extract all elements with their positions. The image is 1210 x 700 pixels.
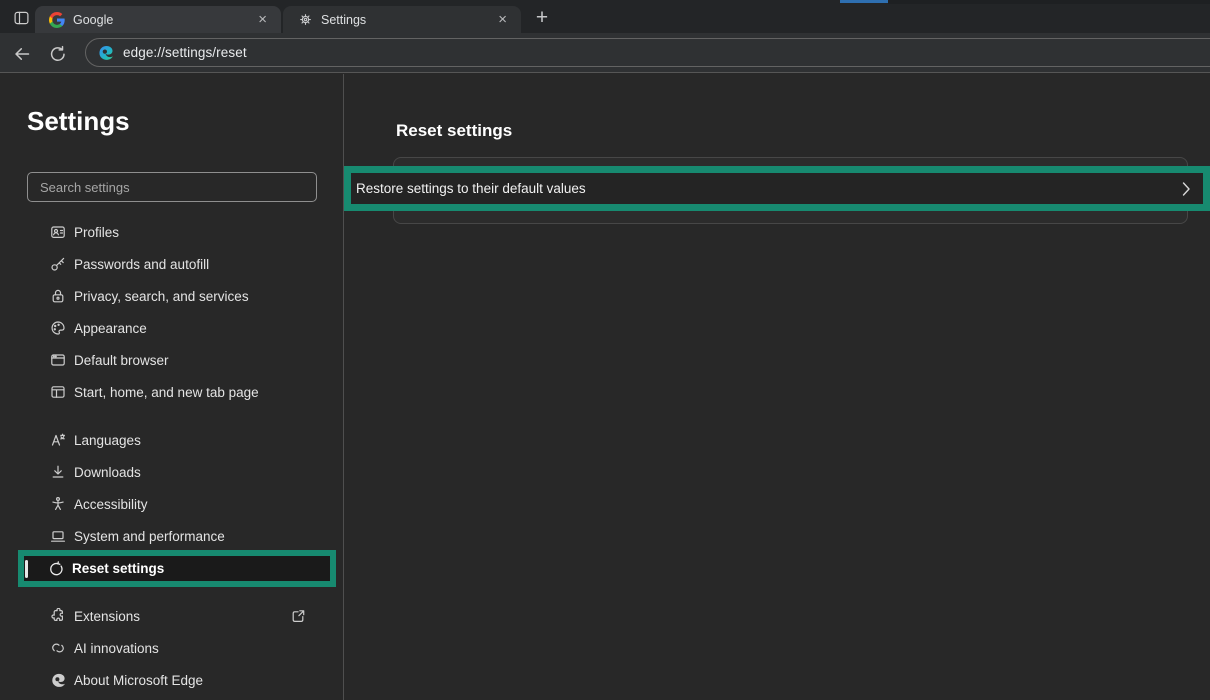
sidebar-title: Settings (27, 106, 130, 137)
edge-logo-gray-icon (50, 672, 66, 688)
external-link-icon (290, 608, 306, 624)
sidebar-item-label: Languages (74, 433, 141, 448)
puzzle-icon (50, 608, 66, 624)
accessibility-icon (50, 496, 66, 512)
sidebar-item-accessibility[interactable]: Accessibility (0, 488, 344, 520)
sidebar-item-downloads[interactable]: Downloads (0, 456, 344, 488)
address-bar[interactable]: edge://settings/reset (85, 38, 1210, 67)
top-edge-dark-strip (888, 0, 1210, 4)
sidebar-item-label: Reset settings (72, 561, 164, 576)
tab-bar: Google × Settings × + (0, 0, 1210, 33)
sidebar-item-label: Start, home, and new tab page (74, 385, 259, 400)
sidebar-item-appearance[interactable]: Appearance (0, 312, 344, 344)
sidebar-item-default-browser[interactable]: Default browser (0, 344, 344, 376)
page-title: Reset settings (396, 121, 512, 141)
sidebar-item-label: Passwords and autofill (74, 257, 209, 272)
sidebar-item-label: AI innovations (74, 641, 159, 656)
key-icon (50, 256, 66, 272)
sidebar-group-2: Languages Downloads Accessibility System… (0, 424, 344, 552)
lock-icon (50, 288, 66, 304)
edge-logo-icon (97, 44, 114, 61)
selected-indicator (25, 560, 28, 578)
sidebar-item-reset-settings-highlight[interactable]: Reset settings (18, 550, 336, 587)
sidebar-item-extensions[interactable]: Extensions (0, 600, 344, 632)
sidebar-item-label: Extensions (74, 609, 140, 624)
sidebar-item-label: Privacy, search, and services (74, 289, 249, 304)
new-tab-button[interactable]: + (529, 5, 555, 31)
google-favicon-icon (49, 12, 65, 28)
sidebar-item-label: Downloads (74, 465, 141, 480)
back-button[interactable] (10, 42, 34, 66)
tab-settings[interactable]: Settings × (283, 6, 521, 33)
search-settings-input[interactable] (27, 172, 317, 202)
sidebar-item-passwords[interactable]: Passwords and autofill (0, 248, 344, 280)
restore-defaults-label: Restore settings to their default values (351, 181, 586, 196)
sidebar-group-3: Extensions AI innovations About Microsof… (0, 600, 344, 696)
restore-defaults-row-highlight[interactable]: Restore settings to their default values (344, 166, 1210, 211)
settings-page: Settings Profiles Passwords and autofill… (0, 74, 1210, 700)
reset-icon (48, 561, 64, 577)
refresh-button[interactable] (46, 42, 70, 66)
sidebar-item-start-home-newtab[interactable]: Start, home, and new tab page (0, 376, 344, 408)
tab-close-icon[interactable]: × (494, 12, 511, 27)
sidebar-item-ai-innovations[interactable]: AI innovations (0, 632, 344, 664)
top-edge-blue-strip (840, 0, 888, 3)
sidebar-group-1: Profiles Passwords and autofill Privacy,… (0, 216, 344, 408)
tab-title: Google (73, 13, 254, 27)
sidebar-item-about-edge[interactable]: About Microsoft Edge (0, 664, 344, 696)
download-icon (50, 464, 66, 480)
tab-close-icon[interactable]: × (254, 12, 271, 27)
laptop-icon (50, 528, 66, 544)
url-text: edge://settings/reset (123, 45, 247, 60)
sidebar-item-profiles[interactable]: Profiles (0, 216, 344, 248)
languages-icon (50, 432, 66, 448)
sidebar-item-languages[interactable]: Languages (0, 424, 344, 456)
sidebar-item-label: About Microsoft Edge (74, 673, 203, 688)
tab-layout-icon (13, 10, 30, 26)
settings-content: Reset settings Restore settings to their… (344, 74, 1210, 700)
browser-window-icon (50, 352, 66, 368)
tab-google[interactable]: Google × (35, 6, 281, 33)
tab-actions-menu-button[interactable] (10, 7, 32, 29)
sidebar-item-system-performance[interactable]: System and performance (0, 520, 344, 552)
sidebar-item-label: Appearance (74, 321, 147, 336)
chevron-right-icon (1182, 181, 1191, 196)
ai-innovations-icon (50, 640, 66, 656)
profiles-icon (50, 224, 66, 240)
sidebar-item-label: System and performance (74, 529, 225, 544)
tab-title: Settings (321, 13, 494, 27)
settings-sidebar: Settings Profiles Passwords and autofill… (0, 74, 344, 700)
sidebar-item-label: Default browser (74, 353, 169, 368)
sidebar-item-privacy[interactable]: Privacy, search, and services (0, 280, 344, 312)
sidebar-item-label: Profiles (74, 225, 119, 240)
new-tab-layout-icon (50, 384, 66, 400)
palette-icon (50, 320, 66, 336)
sidebar-item-label: Accessibility (74, 497, 148, 512)
gear-icon (297, 12, 313, 28)
browser-toolbar: edge://settings/reset (0, 33, 1210, 73)
